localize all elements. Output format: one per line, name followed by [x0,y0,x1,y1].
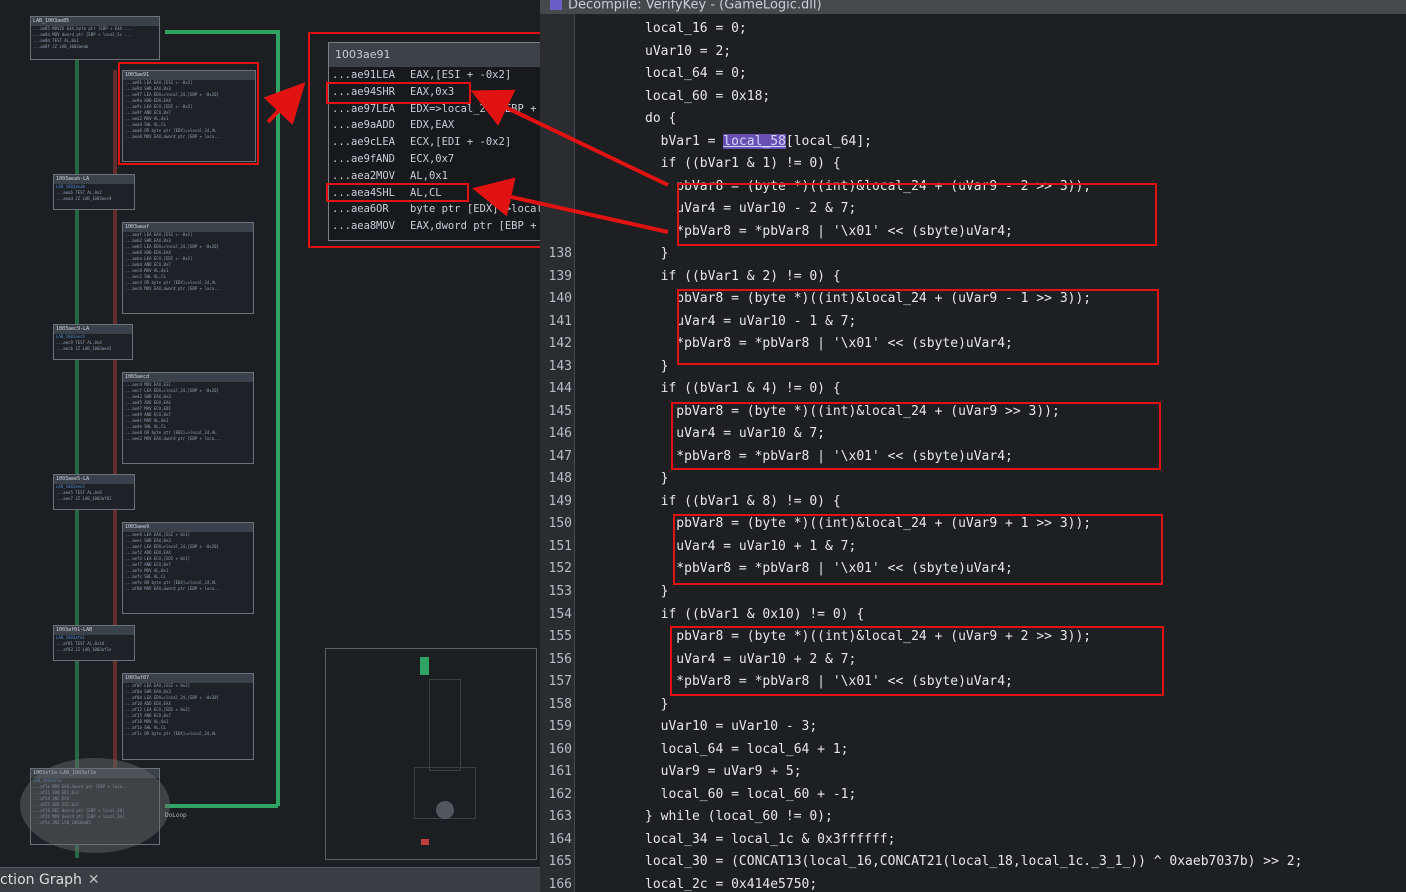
arrow [472,177,669,234]
arrow [470,89,669,187]
code-highlight-box [673,514,1163,585]
code-highlight-box [670,626,1164,696]
code-highlight-box [677,289,1159,365]
code-highlight-box [671,402,1161,470]
code-highlight-box [677,183,1157,246]
arrow [263,82,306,126]
